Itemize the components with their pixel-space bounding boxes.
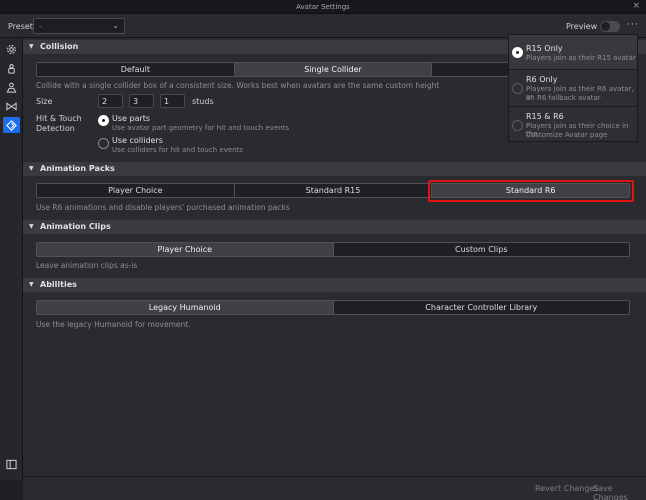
footer-bar: Revert Changes Save Changes <box>23 476 646 500</box>
sidebar-avatar-button[interactable] <box>3 79 20 95</box>
avatar-icon <box>6 82 17 93</box>
preset-value: - <box>39 22 42 31</box>
animation-pack-player-choice[interactable]: Player Choice <box>37 184 235 197</box>
chevron-down-icon: ⌄ <box>112 21 119 30</box>
sidebar-settings-button[interactable] <box>3 41 20 57</box>
size-label: Size <box>36 97 53 106</box>
menu-item-r15-only[interactable]: R15 Only Players join as their R15 avata… <box>509 35 637 69</box>
avatar-type-menu: R15 Only Players join as their R15 avata… <box>508 34 638 142</box>
use-colliders-desc: Use colliders for hit and touch events <box>112 146 243 154</box>
collision-mode-single-collider[interactable]: Single Collider <box>234 63 433 76</box>
animation-pack-selector: Player Choice Standard R15 Standard R6 <box>36 183 630 198</box>
animation-clips-selector: Player Choice Custom Clips <box>36 242 630 257</box>
menu-item-r15-and-r6[interactable]: R15 & R6 Players join as their choice in… <box>509 107 637 142</box>
sidebar-toggle-button[interactable] <box>4 458 19 471</box>
r15-only-radio <box>512 47 523 58</box>
animation-pack-description: Use R6 animations and disable players' p… <box>36 203 290 212</box>
section-title: Abilities <box>40 280 77 289</box>
size-x-input[interactable]: 2 <box>98 94 123 108</box>
menu-item-title: R15 Only <box>526 44 563 53</box>
sidebar-body-button[interactable] <box>3 60 20 76</box>
preset-label: Preset <box>8 22 33 31</box>
animation-clips-description: Leave animation clips as-is <box>36 261 138 270</box>
preview-label: Preview <box>566 22 598 31</box>
use-parts-title: Use parts <box>112 114 151 123</box>
abilities-selector: Legacy Humanoid Character Controller Lib… <box>36 300 630 315</box>
menu-item-desc: Players join as their R15 avatar <box>526 54 636 62</box>
collapse-arrow-icon: ▼ <box>29 165 34 172</box>
sidebar <box>0 38 23 480</box>
bowtie-icon <box>6 101 17 111</box>
collapse-arrow-icon: ▼ <box>29 223 34 230</box>
animation-pack-standard-r15[interactable]: Standard R15 <box>234 184 433 197</box>
use-colliders-radio[interactable] <box>98 138 109 149</box>
menu-item-title: R15 & R6 <box>526 112 564 121</box>
menu-item-r6-only[interactable]: R6 Only Players join as their R6 avatar,… <box>509 70 637 106</box>
r15-and-r6-radio <box>512 120 523 131</box>
use-colliders-title: Use colliders <box>112 136 163 145</box>
animation-clips-custom[interactable]: Custom Clips <box>333 243 629 256</box>
title-bar: Avatar Settings × <box>0 0 646 14</box>
section-title: Animation Clips <box>40 222 111 231</box>
sidebar-collision-button[interactable] <box>3 117 20 133</box>
gear-icon <box>7 44 16 54</box>
menu-item-desc-line2: an R6 fallback avatar <box>526 94 601 102</box>
animation-clips-player-choice[interactable]: Player Choice <box>37 243 334 256</box>
collapse-arrow-icon: ▼ <box>29 281 34 288</box>
section-title: Collision <box>40 42 79 51</box>
toggle-knob <box>601 22 610 31</box>
abilities-character-controller-library[interactable]: Character Controller Library <box>333 301 629 314</box>
menu-item-desc-line2: Customize Avatar page <box>526 131 608 139</box>
save-changes-button[interactable]: Save Changes <box>593 484 646 500</box>
use-parts-radio[interactable] <box>98 115 109 126</box>
preview-toggle[interactable] <box>600 21 620 32</box>
revert-changes-button[interactable]: Revert Changes <box>535 484 599 493</box>
use-parts-desc: Use avatar part geometry for hit and tou… <box>112 124 290 132</box>
more-options-icon[interactable]: ··· <box>627 20 639 30</box>
collision-icon <box>6 119 17 131</box>
window-title: Avatar Settings <box>296 3 350 11</box>
size-z-input[interactable]: 1 <box>160 94 185 108</box>
hit-detection-label-line2: Detection <box>36 124 75 133</box>
abilities-legacy-humanoid[interactable]: Legacy Humanoid <box>37 301 334 314</box>
size-unit: studs <box>192 97 214 106</box>
collision-mode-default[interactable]: Default <box>37 63 235 76</box>
close-icon[interactable]: × <box>632 1 640 11</box>
section-header-animation-clips[interactable]: ▼ Animation Clips <box>23 220 646 234</box>
collision-description: Collide with a single collider box of a … <box>36 81 440 90</box>
menu-item-title: R6 Only <box>526 75 558 84</box>
body-icon <box>8 63 15 74</box>
size-y-input[interactable]: 3 <box>129 94 154 108</box>
collapse-arrow-icon: ▼ <box>29 43 34 50</box>
abilities-description: Use the legacy Humanoid for movement. <box>36 320 191 329</box>
animation-pack-standard-r6[interactable]: Standard R6 <box>432 184 629 197</box>
hit-detection-label-line1: Hit & Touch <box>36 114 82 123</box>
r6-only-radio <box>512 83 523 94</box>
preset-dropdown[interactable]: - ⌄ <box>33 18 125 34</box>
panel-collapse-icon <box>6 459 17 470</box>
section-title: Animation Packs <box>40 164 115 173</box>
sidebar-animation-button[interactable] <box>3 98 20 114</box>
section-header-abilities[interactable]: ▼ Abilities <box>23 278 646 292</box>
section-header-animation-packs[interactable]: ▼ Animation Packs <box>23 162 646 176</box>
